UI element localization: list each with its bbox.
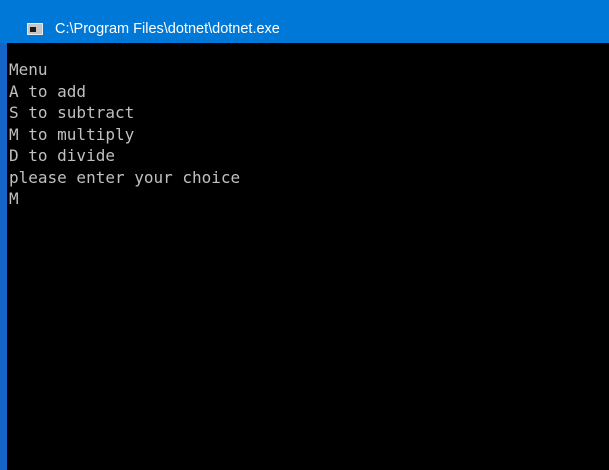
console-input-line[interactable]: M — [9, 188, 609, 210]
console-line: please enter your choice — [9, 167, 241, 187]
title-bar[interactable]: C:\Program Files\dotnet\dotnet.exe — [0, 0, 609, 43]
window-left-edge — [0, 43, 7, 470]
console-line: A to add — [9, 81, 87, 101]
console-line: D to divide — [9, 146, 115, 165]
console-output[interactable]: Menu A to add S to subtract M to multipl… — [9, 59, 609, 470]
console-line: Menu — [9, 60, 48, 79]
console-line: M to multiply — [9, 124, 135, 144]
window-title: C:\Program Files\dotnet\dotnet.exe — [55, 21, 280, 37]
console-line: S to subtract — [9, 103, 135, 122]
console-app-icon[interactable] — [27, 23, 43, 35]
console-window[interactable]: C:\Program Files\dotnet\dotnet.exe Menu … — [0, 0, 609, 470]
